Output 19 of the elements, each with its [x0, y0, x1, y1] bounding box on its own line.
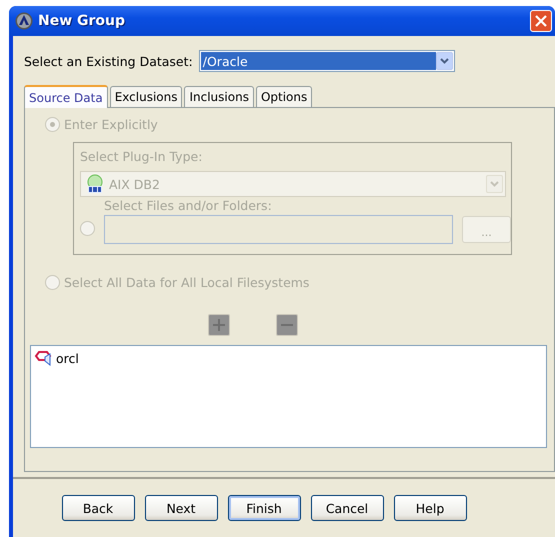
- dialog-button[interactable]: Finish: [228, 495, 300, 521]
- dataset-dropdown[interactable]: /Oracle: [198, 50, 455, 72]
- dataset-value: /Oracle: [200, 52, 436, 70]
- window-title: New Group: [38, 13, 126, 29]
- files-label: Select Files and/or Folders:: [104, 198, 273, 213]
- tab[interactable]: Source Data: [24, 85, 108, 108]
- dialog-button[interactable]: Help: [394, 495, 466, 521]
- list-item[interactable]: orcl: [56, 350, 79, 366]
- tab[interactable]: Inclusions: [184, 86, 254, 107]
- dialog-button[interactable]: Back: [62, 495, 134, 521]
- tab[interactable]: Exclusions: [110, 86, 182, 107]
- radio-label: Enter Explicitly: [64, 117, 158, 132]
- plugin-label: Select Plug-In Type:: [80, 149, 204, 164]
- tab[interactable]: Options: [256, 86, 312, 107]
- plugin-value: AIX DB2: [109, 176, 161, 192]
- dataset-label: Select an Existing Dataset:: [24, 54, 193, 68]
- radio-label: Select All Data for All Local Filesystems: [64, 275, 310, 290]
- dialog-button[interactable]: Next: [144, 495, 218, 521]
- dialog-button[interactable]: Cancel: [310, 495, 384, 521]
